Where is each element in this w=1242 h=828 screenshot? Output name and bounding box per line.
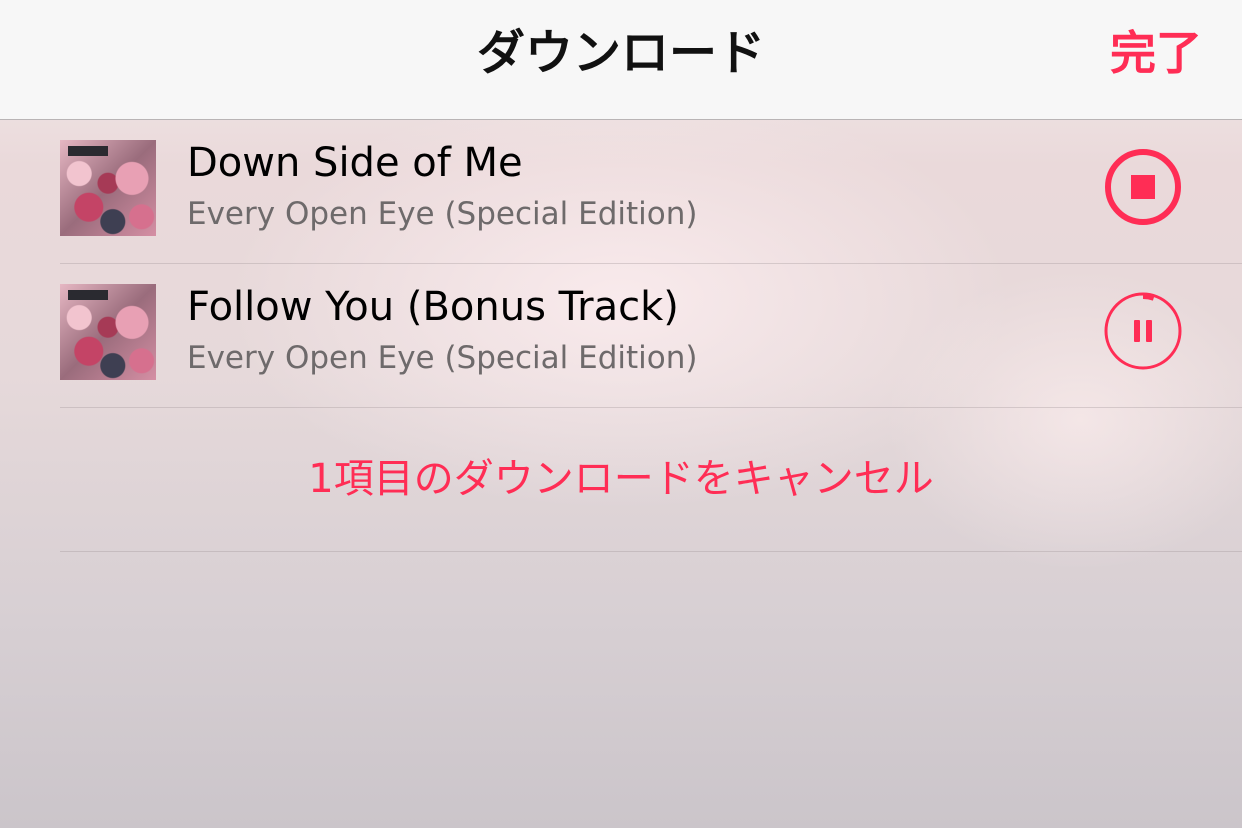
artwork-label-mark bbox=[68, 146, 108, 156]
done-button[interactable]: 完了 bbox=[1110, 0, 1202, 106]
cancel-downloads-button[interactable]: 1項目のダウンロードをキャンセル bbox=[0, 408, 1242, 551]
download-progress-arc bbox=[1142, 293, 1155, 301]
artwork-label-mark bbox=[68, 290, 108, 300]
page-title: ダウンロード bbox=[476, 25, 765, 81]
download-row: Follow You (Bonus Track) Every Open Eye … bbox=[60, 264, 1242, 408]
track-title: Down Side of Me bbox=[187, 140, 523, 186]
cancel-row: 1項目のダウンロードをキャンセル bbox=[60, 408, 1242, 552]
track-album: Every Open Eye (Special Edition) bbox=[187, 196, 698, 232]
album-artwork bbox=[60, 140, 156, 236]
navigation-bar: ダウンロード 完了 bbox=[0, 0, 1242, 120]
album-artwork bbox=[60, 284, 156, 380]
stop-icon bbox=[1105, 149, 1181, 225]
track-title: Follow You (Bonus Track) bbox=[187, 284, 679, 330]
download-row: Down Side of Me Every Open Eye (Special … bbox=[60, 120, 1242, 264]
pause-download-button[interactable] bbox=[1103, 291, 1183, 371]
pause-icon bbox=[1104, 292, 1182, 370]
stop-download-button[interactable] bbox=[1103, 147, 1183, 227]
download-list: Down Side of Me Every Open Eye (Special … bbox=[0, 120, 1242, 552]
track-album: Every Open Eye (Special Edition) bbox=[187, 340, 698, 376]
